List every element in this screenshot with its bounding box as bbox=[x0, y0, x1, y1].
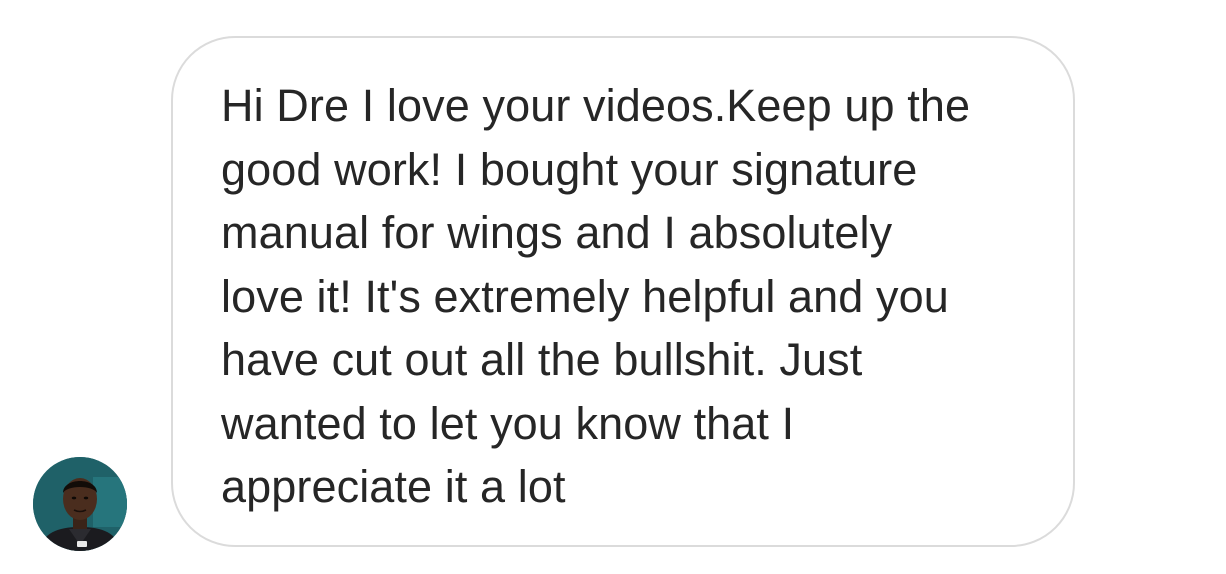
message-bubble[interactable]: Hi Dre I love your videos.Keep up the go… bbox=[171, 36, 1075, 547]
sender-avatar[interactable] bbox=[33, 457, 127, 551]
message-text: Hi Dre I love your videos.Keep up the go… bbox=[221, 80, 971, 512]
profile-photo-icon bbox=[33, 457, 127, 551]
message-thread: Hi Dre I love your videos.Keep up the go… bbox=[0, 0, 1226, 574]
